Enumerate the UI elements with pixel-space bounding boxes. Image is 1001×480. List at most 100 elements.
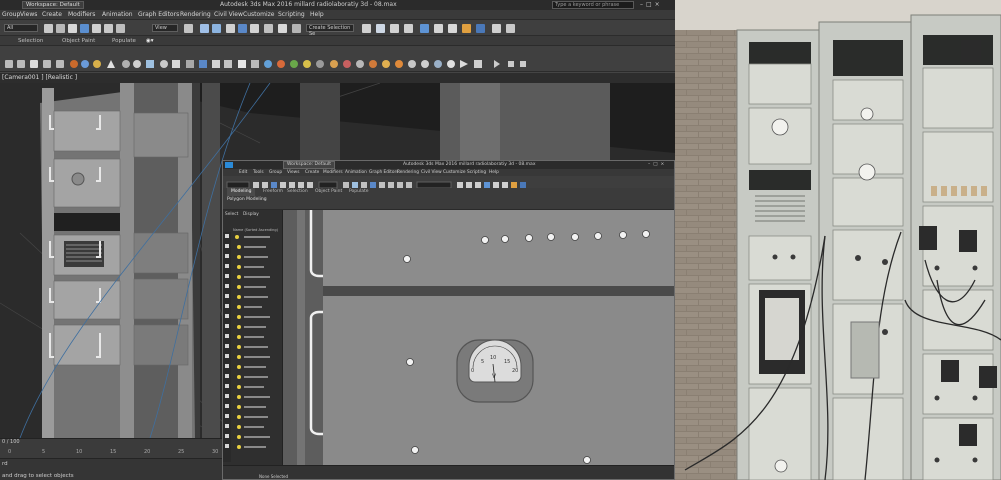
menu-rendering[interactable]: Rendering (397, 169, 419, 176)
menu-customize[interactable]: Customize (443, 169, 466, 176)
menu-animation[interactable]: Animation (345, 169, 367, 176)
render-in-cloud-icon[interactable] (506, 24, 515, 33)
menu-scripting[interactable]: Scripting (467, 169, 486, 176)
material-editor-icon[interactable] (420, 24, 429, 33)
render-setup-icon[interactable] (434, 24, 443, 33)
menu-edit[interactable]: Edit (239, 169, 247, 176)
select-manipulate-icon[interactable] (200, 24, 209, 33)
status-message-top: rd (2, 461, 8, 467)
menu-create[interactable]: Create (305, 169, 319, 176)
viewport-label[interactable]: [Camera001 ] [Realistic ] (0, 73, 675, 83)
tick-label: 10 (76, 449, 83, 455)
menu-help[interactable]: Help (489, 169, 499, 176)
menu-graph-editors[interactable]: Graph Editors (138, 10, 179, 20)
menu-views[interactable]: Views (287, 169, 299, 176)
app-logo-icon[interactable] (225, 162, 233, 168)
menu-scripting[interactable]: Scripting (278, 10, 305, 20)
menu-bar: Group Views Create Modifiers Animation G… (0, 10, 675, 20)
edit-named-selection-icon[interactable] (264, 24, 273, 33)
layer-explorer-icon[interactable] (362, 24, 371, 33)
select-object-icon[interactable] (44, 24, 53, 33)
percent-snap-icon[interactable] (250, 24, 259, 33)
inset-ribbon: Modeling Freeform Selection Object Paint… (223, 188, 674, 210)
toggle-ribbon-icon[interactable] (376, 24, 385, 33)
meter-tick-15: 15 (504, 359, 510, 365)
menu-rendering[interactable]: Rendering (180, 10, 211, 20)
align-icon[interactable] (292, 24, 301, 33)
main-toolbar: All View Create Selection Se (0, 20, 675, 37)
menu-animation[interactable]: Animation (102, 10, 133, 20)
scene-explorer: Select Display Name (Sorted Ascending) (223, 210, 283, 465)
snaps-toggle-icon[interactable] (226, 24, 235, 33)
inset-window-title: Autodesk 3ds Max 2016 millard radiolabor… (403, 162, 536, 167)
secondary-toolbar-icons[interactable] (0, 46, 675, 72)
a360-render-icon[interactable] (492, 24, 501, 33)
menu-civil-view[interactable]: Civil View (214, 10, 243, 20)
rendered-frame-window-icon[interactable] (448, 24, 457, 33)
menu-views[interactable]: Views (20, 10, 37, 20)
mirror-icon[interactable] (278, 24, 287, 33)
menu-tools[interactable]: Tools (253, 169, 264, 176)
tab-modeling[interactable]: Modeling (227, 188, 256, 196)
window-crossing-icon[interactable] (80, 24, 89, 33)
workspace-dropdown[interactable]: Workspace: Default (22, 1, 84, 9)
search-input[interactable]: Type a keyword or phrase (552, 1, 634, 9)
keyboard-shortcut-icon[interactable] (212, 24, 221, 33)
window-controls[interactable]: –□× (640, 0, 663, 10)
render-production-icon[interactable] (462, 24, 471, 33)
scene-object-list[interactable] (223, 232, 283, 462)
status-prompt: and drag to select objects (2, 473, 74, 479)
menu-customize[interactable]: Customize (243, 10, 275, 20)
tab-selection[interactable]: Selection (287, 188, 308, 196)
tab-object-paint[interactable]: Object Paint (62, 36, 95, 46)
inset-toolbar (223, 176, 674, 189)
angle-snap-icon[interactable] (238, 24, 247, 33)
render-iterative-icon[interactable] (476, 24, 485, 33)
tick-label: 15 (110, 449, 117, 455)
pivot-center-icon[interactable] (184, 24, 193, 33)
tab-populate[interactable]: Populate (349, 188, 369, 196)
inset-title-bar: Workspace: Default Autodesk 3ds Max 2016… (223, 161, 674, 169)
scene-tab-select[interactable]: Select (225, 212, 238, 217)
selection-filter-dropdown[interactable]: All (4, 24, 38, 32)
menu-group[interactable]: Group (2, 10, 20, 20)
tab-freeform[interactable]: Freeform (263, 188, 283, 196)
tab-populate[interactable]: Populate (112, 36, 136, 46)
select-scale-icon[interactable] (116, 24, 125, 33)
menu-civil-view[interactable]: Civil View (421, 169, 442, 176)
menu-graph-editors[interactable]: Graph Editors (369, 169, 399, 176)
inset-menu-bar: Edit Tools Group Views Create Modifiers … (223, 169, 674, 176)
menu-modifiers[interactable]: Modifiers (68, 10, 95, 20)
tab-selection[interactable]: Selection (18, 36, 43, 46)
secondary-toolbar (0, 46, 675, 72)
schematic-view-icon[interactable] (404, 24, 413, 33)
window-title: Autodesk 3ds Max 2016 millard radiolabor… (220, 1, 397, 8)
select-rotate-icon[interactable] (104, 24, 113, 33)
inset-app-window: Workspace: Default Autodesk 3ds Max 2016… (222, 160, 675, 480)
inset-viewport[interactable]: 0 5 10 15 20 V (283, 210, 674, 465)
scene-tab-display[interactable]: Display (243, 212, 259, 217)
reference-coordinate-dropdown[interactable]: View (152, 24, 178, 32)
select-by-name-icon[interactable] (56, 24, 65, 33)
select-move-icon[interactable] (92, 24, 101, 33)
ribbon-panel-label: Polygon Modeling (227, 197, 267, 202)
meter-tick-0: 0 (471, 368, 474, 374)
menu-group[interactable]: Group (269, 169, 282, 176)
ribbon-options-icon[interactable]: ◉▾ (146, 36, 154, 46)
reference-photo (675, 0, 1001, 480)
menu-create[interactable]: Create (42, 10, 62, 20)
rect-select-icon[interactable] (68, 24, 77, 33)
menu-modifiers[interactable]: Modifiers (323, 169, 343, 176)
inset-status-bar: None Selected (223, 465, 674, 479)
ribbon-tabs: Selection Object Paint Populate ◉▾ (0, 36, 675, 46)
inset-window-controls[interactable]: –□× (648, 161, 667, 169)
menu-help[interactable]: Help (310, 10, 324, 20)
equipment-rack-photo (675, 0, 1001, 480)
tick-label: 25 (178, 449, 185, 455)
named-selection-set-dropdown[interactable]: Create Selection Se (306, 24, 354, 37)
tab-object-paint[interactable]: Object Paint (315, 188, 342, 196)
meter-tick-20: 20 (512, 368, 518, 374)
inset-workspace-dropdown[interactable]: Workspace: Default (283, 161, 335, 169)
curve-editor-icon[interactable] (390, 24, 399, 33)
meter-tick-10: 10 (490, 355, 496, 361)
